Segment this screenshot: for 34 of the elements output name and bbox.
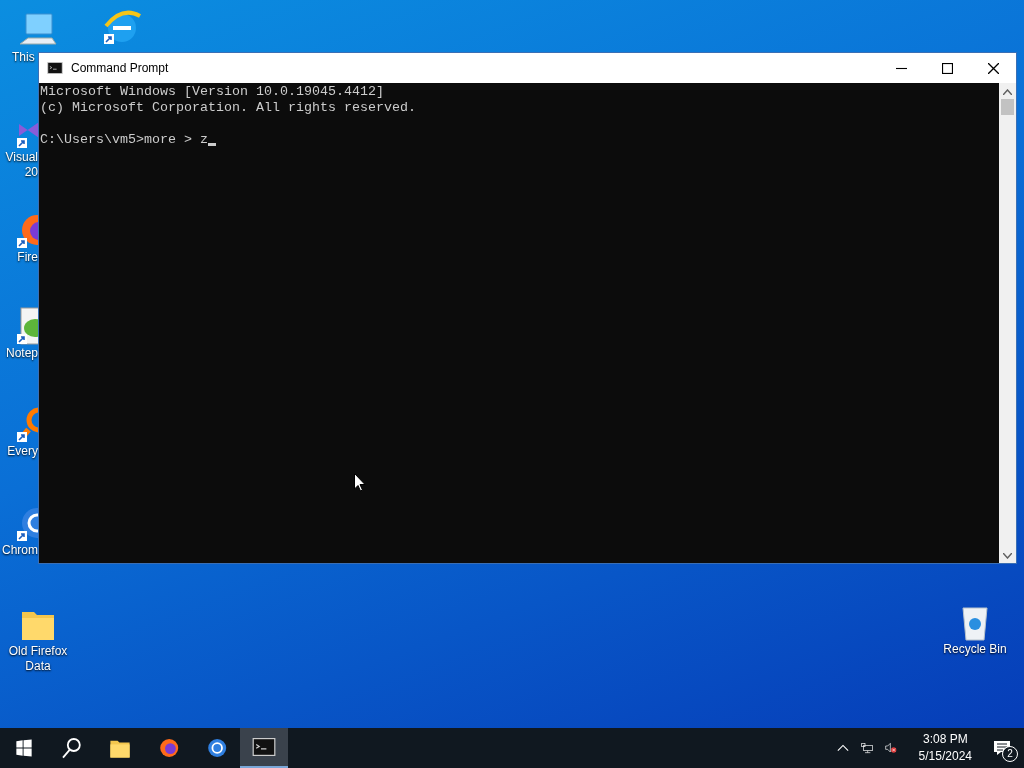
notepad-icon — [15, 306, 38, 346]
icon-label: Old Firefox — [8, 644, 68, 659]
icon-label: Recycle Bin — [943, 642, 1007, 657]
icon-label: Every — [7, 444, 38, 459]
icon-label: Fire — [17, 250, 38, 265]
scrollbar[interactable] — [999, 83, 1016, 563]
close-icon — [987, 62, 999, 74]
icon-label: Notep — [5, 346, 38, 361]
muted-speaker-icon — [884, 740, 897, 756]
chevron-down-icon[interactable] — [1003, 553, 1012, 559]
console-line: (c) Microsoft Corporation. All rights reserved. — [40, 100, 417, 116]
mouse-pointer-icon — [354, 473, 366, 492]
console-icon — [252, 735, 276, 759]
taskbar-app-button[interactable] — [240, 728, 288, 768]
start-icon — [15, 739, 33, 757]
console-line: Microsoft Windows [Version 10.0.19045.4412] — [40, 84, 385, 100]
search-icon — [60, 736, 84, 760]
notification-count: 2 — [1002, 746, 1018, 762]
icon-label: Chrom — [2, 543, 38, 558]
notifications-button[interactable]: 2 — [980, 728, 1024, 768]
icon-label: Visual — [5, 150, 38, 165]
chevron-up-icon — [836, 744, 849, 752]
chevron-up-icon[interactable] — [1003, 89, 1012, 95]
clock-time[interactable]: 3:08 PM — [918, 731, 972, 748]
window-title: Command Prompt — [71, 60, 170, 77]
icon-label: 20 — [24, 165, 38, 180]
scroll-thumb[interactable] — [1001, 99, 1014, 115]
clock-date[interactable]: 5/15/2024 — [918, 748, 972, 765]
console-icon — [47, 60, 63, 76]
network-icon — [860, 740, 873, 756]
console-line: C:\Users\vm5>more > z — [40, 132, 208, 148]
icon-label: This — [12, 50, 35, 65]
maximize-icon — [941, 62, 953, 74]
icon-label: Data — [25, 659, 51, 674]
